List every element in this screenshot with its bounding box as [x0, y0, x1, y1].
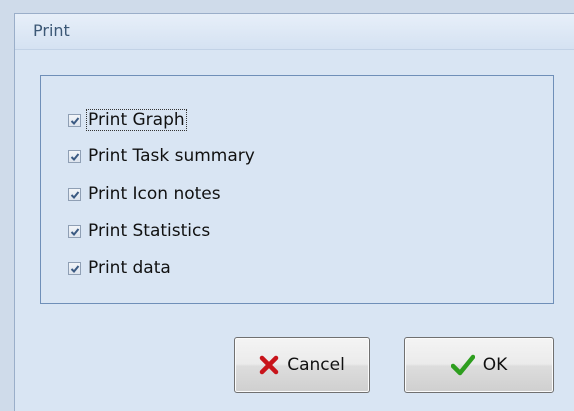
print-task-summary-label[interactable]: Print Task summary [87, 146, 256, 166]
checkmark-icon [450, 354, 475, 376]
print-task-summary-checkbox[interactable] [68, 149, 81, 163]
ok-button[interactable]: OK [404, 337, 554, 393]
print-statistics-checkbox[interactable] [68, 224, 81, 238]
x-icon [259, 355, 279, 375]
title-bar: Print [15, 14, 574, 50]
option-print-task-summary[interactable]: Print Task summary [68, 145, 256, 167]
print-graph-checkbox[interactable] [68, 113, 81, 127]
option-print-graph[interactable]: Print Graph [68, 109, 187, 131]
checkmark-icon [70, 264, 80, 273]
print-graph-label[interactable]: Print Graph [86, 109, 187, 131]
print-options-group: Print Graph Print Task summary Print Ico… [40, 75, 554, 304]
checkmark-icon [70, 227, 80, 236]
print-statistics-label[interactable]: Print Statistics [87, 221, 211, 241]
print-icon-notes-label[interactable]: Print Icon notes [87, 184, 222, 204]
option-print-data[interactable]: Print data [68, 257, 172, 279]
print-data-checkbox[interactable] [68, 261, 81, 275]
dialog-title: Print [33, 21, 70, 40]
option-print-statistics[interactable]: Print Statistics [68, 220, 211, 242]
print-data-label[interactable]: Print data [87, 258, 172, 278]
option-print-icon-notes[interactable]: Print Icon notes [68, 183, 222, 205]
cancel-label: Cancel [287, 355, 345, 375]
cancel-button[interactable]: Cancel [234, 337, 370, 393]
checkmark-icon [70, 116, 80, 125]
print-dialog: Print Print Graph Print Task summary Pri… [14, 13, 574, 411]
print-icon-notes-checkbox[interactable] [68, 187, 81, 201]
checkmark-icon [70, 190, 80, 199]
checkmark-icon [70, 152, 80, 161]
ok-label: OK [482, 355, 508, 375]
